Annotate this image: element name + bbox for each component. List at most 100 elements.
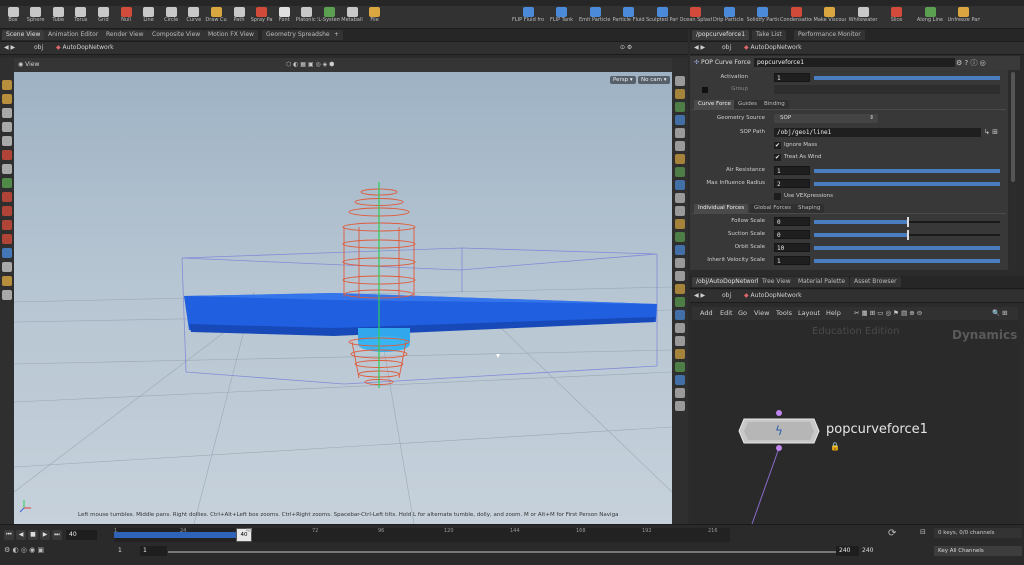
viewport-tool-icon[interactable] — [2, 220, 12, 230]
nav-arrows-icon[interactable]: ◀ ▶ — [694, 44, 705, 52]
orbit-scale-slider[interactable] — [814, 246, 1000, 250]
display-option-icon[interactable] — [675, 297, 685, 307]
display-option-icon[interactable] — [675, 232, 685, 242]
viewport-tool-icon[interactable] — [2, 262, 12, 272]
zoom-icons[interactable]: 🔍 ⊞ — [992, 309, 1008, 317]
viewport-tool-icon[interactable] — [2, 276, 12, 286]
param-header-icons[interactable]: ⚙ ? ⓘ ◎ — [956, 58, 986, 68]
shelf-tool-flip-tank[interactable]: FLIP Tank — [546, 7, 578, 27]
suction-scale-field[interactable]: 0 — [774, 230, 810, 239]
display-option-icon[interactable] — [675, 284, 685, 294]
display-option-icon[interactable] — [675, 128, 685, 138]
persp-menu[interactable]: Persp ▾ — [610, 76, 636, 84]
stop-button[interactable]: ■ — [28, 530, 38, 540]
display-option-icon[interactable] — [675, 258, 685, 268]
shelf-tool-draw-curve[interactable]: Draw Curve — [205, 7, 227, 27]
viewport-tab-2[interactable]: Render View — [102, 30, 148, 40]
viewport-tab-3[interactable]: Composite View — [148, 30, 205, 40]
play-button[interactable]: ▶ — [40, 530, 50, 540]
shelf-tool-font[interactable]: Font — [273, 7, 295, 27]
shelf-tool-unfreeze[interactable]: Unfreeze Particle Fluid — [948, 7, 980, 27]
network-tab-0[interactable]: /obj/AutoDopNetwork — [692, 277, 765, 287]
viewport-tools[interactable]: ⬡ ◐ ▦ ▣ ◎ ◈ ⬢ — [286, 61, 334, 69]
display-option-icon[interactable] — [675, 180, 685, 190]
display-option-icon[interactable] — [675, 89, 685, 99]
scene-viewport[interactable]: Persp ▾ No cam ▾ Left mouse tumbles. Mid… — [14, 72, 672, 524]
shelf-tool-grid[interactable]: Grid — [92, 7, 114, 27]
menu-tools[interactable]: Tools — [776, 309, 792, 317]
net-nav-arrows-icon[interactable]: ◀ ▶ — [694, 292, 705, 300]
viewport-tool-icon[interactable] — [2, 80, 12, 90]
scene-3d-view[interactable] — [14, 72, 672, 524]
shelf-tool-solidify-particle-fluid[interactable]: Solidify Particle Fluid — [747, 7, 779, 27]
display-option-icon[interactable] — [675, 310, 685, 320]
menu-view[interactable]: View — [754, 309, 769, 317]
viewport-tool-icon[interactable] — [2, 94, 12, 104]
shelf-tool-box[interactable]: Box — [2, 7, 24, 27]
shelf-tool-ocean-splash[interactable]: Ocean Splash Particle Fluid — [680, 7, 712, 27]
path-network-right[interactable]: ◆ AutoDopNetwork — [744, 44, 802, 52]
realtime-toggle-icon[interactable]: ⟳ — [888, 528, 896, 539]
display-option-icon[interactable] — [675, 76, 685, 86]
viewport-tool-icon[interactable] — [2, 108, 12, 118]
key-all-channels-menu[interactable]: Key All Channels — [934, 546, 1022, 556]
viewport-tab-5[interactable]: Geometry Spreadsheet — [262, 30, 340, 40]
shelf-tool-null[interactable]: Null — [115, 7, 137, 27]
timeline-bar[interactable]: 40 1 24 48 72 96 120 144 168 192 216 — [114, 528, 730, 542]
geometry-source-menu[interactable]: SOP ⇕ — [774, 114, 878, 123]
shelf-tool-emit-particle-fluid[interactable]: Emit Particle Fluid — [579, 7, 611, 27]
display-option-icon[interactable] — [675, 219, 685, 229]
tab-guides[interactable]: Guides — [734, 100, 762, 109]
shelf-tool-sculpted-particle-fluid[interactable]: Sculpted Particle Fluid — [646, 7, 678, 27]
display-option-icon[interactable] — [675, 141, 685, 151]
menu-go[interactable]: Go — [738, 309, 747, 317]
display-option-icon[interactable] — [675, 375, 685, 385]
max-influence-field[interactable]: 2 — [774, 179, 810, 188]
display-option-icon[interactable] — [675, 102, 685, 112]
add-tab-button[interactable]: + — [330, 30, 344, 40]
jump-end-button[interactable]: ⏭ — [52, 530, 62, 540]
node-chooser-icon[interactable]: ↳ ⊞ — [984, 128, 998, 136]
follow-scale-field[interactable]: 0 — [774, 217, 810, 226]
air-resistance-slider[interactable] — [814, 169, 1000, 173]
display-option-icon[interactable] — [675, 401, 685, 411]
menu-add[interactable]: Add — [700, 309, 713, 317]
viewport-tool-icon[interactable] — [2, 192, 12, 202]
jump-start-button[interactable]: ⏮ — [4, 530, 14, 540]
air-resistance-field[interactable]: 1 — [774, 166, 810, 175]
param-tab-0[interactable]: /popcurveforce1 — [692, 30, 750, 40]
shelf-tool-platonic-solids[interactable]: Platonic Solids — [296, 7, 318, 27]
tab-binding[interactable]: Binding — [760, 100, 789, 109]
pin-icon[interactable]: ⊙ ⚙ — [620, 44, 632, 52]
current-frame-field[interactable]: 40 — [66, 530, 97, 540]
shelf-tool-tube[interactable]: Tube — [47, 7, 69, 27]
viewport-tool-icon[interactable] — [2, 164, 12, 174]
display-option-icon[interactable] — [675, 388, 685, 398]
net-path-network[interactable]: ◆ AutoDopNetwork — [744, 292, 802, 300]
path-obj[interactable]: obj — [34, 44, 43, 52]
shelf-tool-metaball[interactable]: Metaball — [341, 7, 363, 27]
menu-edit[interactable]: Edit — [720, 309, 733, 317]
viewport-tool-icon[interactable] — [2, 136, 12, 146]
display-option-icon[interactable] — [675, 245, 685, 255]
display-option-icon[interactable] — [675, 349, 685, 359]
key-icon[interactable]: ⊟ — [920, 528, 926, 536]
display-option-icon[interactable] — [675, 362, 685, 372]
playbar-option-icons[interactable]: ⚙ ◐ ◎ ◉ ▣ — [4, 546, 44, 554]
net-path-obj[interactable]: obj — [722, 292, 731, 300]
viewport-tab-0[interactable]: Scene View — [2, 30, 45, 40]
menu-layout[interactable]: Layout — [798, 309, 820, 317]
ignore-mass-checkbox[interactable]: ✔ — [774, 142, 781, 149]
shelf-tool-line[interactable]: Line — [138, 7, 160, 27]
tab-shaping[interactable]: Shaping — [794, 204, 825, 213]
viewport-tool-icon[interactable] — [2, 248, 12, 258]
network-tab-3[interactable]: Asset Browser — [850, 277, 901, 287]
back-arrow-icon[interactable]: ◀ ▶ — [4, 44, 15, 52]
param-tab-2[interactable]: Performance Monitor — [794, 30, 865, 40]
network-editor[interactable]: Education Edition Dynamics ϟ popcurvefor… — [692, 320, 1018, 524]
shelf-tool-sphere[interactable]: Sphere — [25, 7, 47, 27]
shelf-tool-circle[interactable]: Circle — [160, 7, 182, 27]
end-frame-field[interactable]: 240 — [836, 546, 859, 556]
inherit-velocity-slider[interactable] — [814, 259, 1000, 263]
display-option-icon[interactable] — [675, 206, 685, 216]
